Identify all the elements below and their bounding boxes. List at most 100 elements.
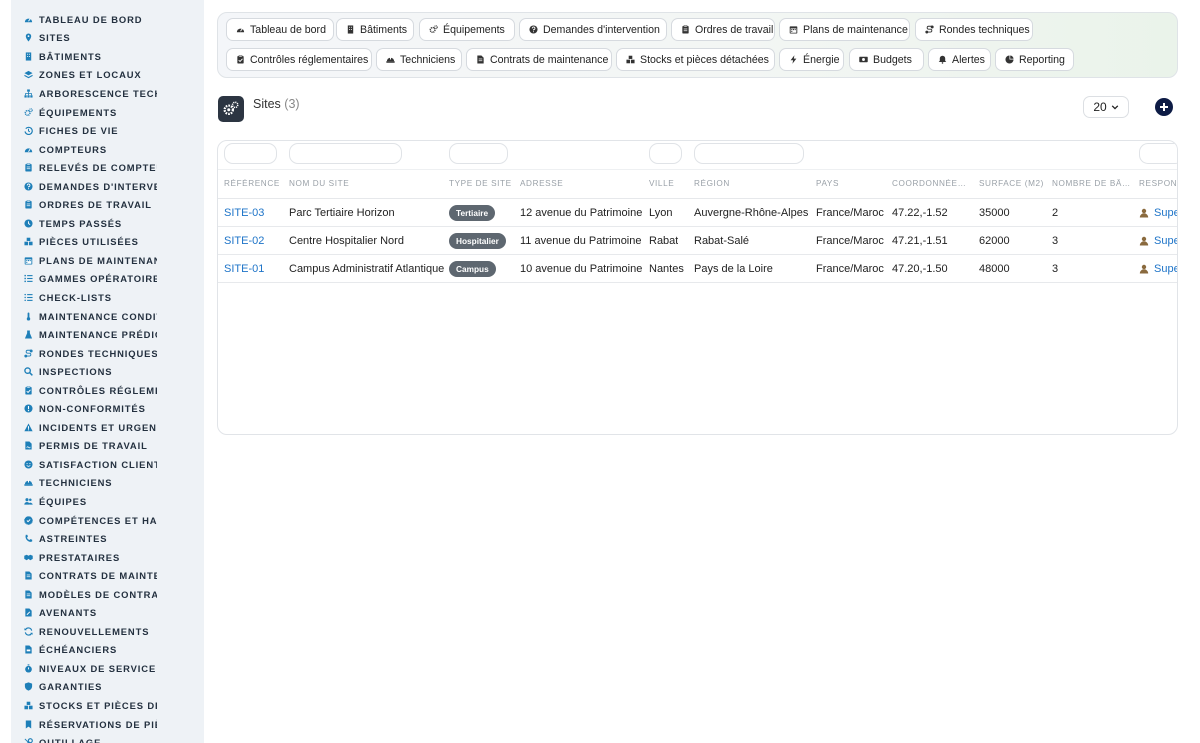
column-header[interactable]: PAYS	[816, 179, 839, 188]
sidebar-item-modeles-de-contrats[interactable]: MODÈLES DE CONTRATS	[11, 585, 204, 604]
nav-controles-reglementaires[interactable]: Contrôles réglementaires	[226, 48, 372, 71]
sidebar-item-competences-et-habilitations[interactable]: COMPÉTENCES ET HABILITATIONS	[11, 511, 204, 530]
site-reference-link[interactable]: SITE-03	[224, 207, 264, 219]
cell-buildings: 2	[1052, 207, 1059, 219]
column-header[interactable]: NOM DU SITE	[289, 179, 349, 188]
sidebar-item-label: MAINTENANCE PRÉDICTIVE	[39, 329, 157, 341]
nav-tableau-de-bord[interactable]: Tableau de bord	[226, 18, 334, 41]
sidebar-item-non-conformites[interactable]: NON-CONFORMITÉS	[11, 399, 204, 418]
sidebar-item-contrats-de-maintenance[interactable]: CONTRATS DE MAINTENANCE	[11, 566, 204, 585]
sidebar-item-renouvellements[interactable]: RENOUVELLEMENTS	[11, 622, 204, 641]
manager-link[interactable]: Supe	[1139, 263, 1177, 275]
table-row[interactable]: SITE-01 Campus Administratif Atlantique Ca…	[218, 255, 1177, 283]
sidebar-item-niveaux-de-service-sla[interactable]: NIVEAUX DE SERVICE (SLA)	[11, 659, 204, 678]
sidebar-item-ordres-de-travail[interactable]: ORDRES DE TRAVAIL	[11, 195, 204, 214]
sidebar-item-demandes-d-intervention[interactable]: DEMANDES D'INTERVENTION	[11, 177, 204, 196]
sidebar-item-stocks-et-pieces-detachees[interactable]: STOCKS ET PIÈCES DÉTACHÉES	[11, 696, 204, 715]
sidebar-item-equipes[interactable]: ÉQUIPES	[11, 492, 204, 511]
handshake-icon	[24, 553, 33, 562]
nav-techniciens[interactable]: Techniciens	[376, 48, 462, 71]
nav-contrats-de-maintenance[interactable]: Contrats de maintenance	[466, 48, 612, 71]
filter-type-input[interactable]	[449, 143, 508, 164]
sync-icon	[24, 627, 33, 636]
flask-icon	[24, 330, 33, 339]
column-header[interactable]: NOMBRE DE BÂ…	[1052, 179, 1131, 188]
sidebar-item-maintenance-conditionnelle[interactable]: MAINTENANCE CONDITIONNELLE	[11, 307, 204, 326]
sidebar-item-check-lists[interactable]: CHECK-LISTS	[11, 288, 204, 307]
sidebar-item-sites[interactable]: SITES	[11, 29, 204, 48]
nav-equipements[interactable]: Équipements	[419, 18, 515, 41]
nav-label: Rondes techniques	[939, 23, 1030, 36]
manager-name: Supe	[1154, 235, 1178, 247]
per-page-value: 20	[1093, 100, 1107, 114]
site-reference-link[interactable]: SITE-02	[224, 235, 264, 247]
sidebar-item-inspections[interactable]: INSPECTIONS	[11, 362, 204, 381]
nav-ordres-de-travail[interactable]: Ordres de travail	[671, 18, 775, 41]
sidebar-item-batiments[interactable]: BÂTIMENTS	[11, 47, 204, 66]
sidebar-item-pieces-utilisees[interactable]: PIÈCES UTILISÉES	[11, 233, 204, 252]
sidebar-item-plans-de-maintenance[interactable]: PLANS DE MAINTENANCE	[11, 251, 204, 270]
nav-stocks-et-pieces-detachees[interactable]: Stocks et pièces détachées	[616, 48, 775, 71]
column-header[interactable]: TYPE DE SITE	[449, 179, 512, 188]
nav-energie[interactable]: Énergie	[779, 48, 844, 71]
column-header[interactable]: RÉFÉRENCE	[224, 179, 280, 188]
filter-region-input[interactable]	[694, 143, 804, 164]
nav-plans-de-maintenance[interactable]: Plans de maintenance	[779, 18, 910, 41]
column-header[interactable]: SURFACE (M2)	[979, 179, 1044, 188]
sidebar-item-echeanciers[interactable]: ÉCHÉANCIERS	[11, 641, 204, 660]
route-icon	[925, 25, 939, 34]
column-header[interactable]: VILLE	[649, 179, 674, 188]
site-reference-link[interactable]: SITE-01	[224, 263, 264, 275]
sidebar-item-label: COMPTEURS	[39, 143, 107, 155]
sidebar-item-techniciens[interactable]: TECHNICIENS	[11, 474, 204, 493]
sidebar-item-releves-de-compteurs[interactable]: RELEVÉS DE COMPTEURS	[11, 158, 204, 177]
sidebar-item-label: ZONES ET LOCAUX	[39, 69, 142, 81]
sidebar-item-prestataires[interactable]: PRESTATAIRES	[11, 548, 204, 567]
sidebar-item-astreintes[interactable]: ASTREINTES	[11, 529, 204, 548]
stopwatch-icon	[24, 664, 33, 673]
nav-demandes-d-intervention[interactable]: Demandes d'intervention	[519, 18, 667, 41]
nav-reporting[interactable]: Reporting	[995, 48, 1074, 71]
sidebar-item-temps-passes[interactable]: TEMPS PASSÉS	[11, 214, 204, 233]
tools-icon	[24, 738, 33, 743]
cell-country: France/Maroc	[816, 235, 884, 247]
sidebar-item-outillage[interactable]: OUTILLAGE	[11, 733, 204, 743]
search-icon	[24, 367, 33, 377]
filter-reference-input[interactable]	[224, 143, 277, 164]
cell-name: Centre Hospitalier Nord	[289, 235, 404, 247]
sidebar-item-garanties[interactable]: GARANTIES	[11, 678, 204, 697]
sidebar-item-zones-et-locaux[interactable]: ZONES ET LOCAUX	[11, 66, 204, 85]
nav-batiments[interactable]: Bâtiments	[336, 18, 414, 41]
sidebar-item-fiches-de-vie[interactable]: FICHES DE VIE	[11, 121, 204, 140]
nav-rondes-techniques[interactable]: Rondes techniques	[915, 18, 1033, 41]
sidebar-item-gammes-operatoires[interactable]: GAMMES OPÉRATOIRES	[11, 270, 204, 289]
sidebar-item-avenants[interactable]: AVENANTS	[11, 604, 204, 623]
sidebar-item-tableau-de-bord[interactable]: TABLEAU DE BORD	[11, 10, 204, 29]
nav-budgets[interactable]: Budgets	[849, 48, 924, 71]
sidebar-item-compteurs[interactable]: COMPTEURS	[11, 140, 204, 159]
manager-link[interactable]: Supe	[1139, 207, 1177, 219]
sidebar-item-controles-reglementaires[interactable]: CONTRÔLES RÉGLEMENTAIRES	[11, 381, 204, 400]
sidebar-item-satisfaction-client[interactable]: SATISFACTION CLIENT	[11, 455, 204, 474]
add-site-button[interactable]	[1155, 98, 1173, 116]
column-header[interactable]: RÉGION	[694, 179, 730, 188]
sidebar-item-equipements[interactable]: ÉQUIPEMENTS	[11, 103, 204, 122]
nav-alertes[interactable]: Alertes	[928, 48, 991, 71]
bell-icon	[938, 55, 952, 64]
column-header[interactable]: COORDONNÉE…	[892, 179, 966, 188]
column-header[interactable]: ADRESSE	[520, 179, 563, 188]
sidebar-item-incidents-et-urgences[interactable]: INCIDENTS ET URGENCES	[11, 418, 204, 437]
sidebar-item-reservations-de-pieces[interactable]: RÉSERVATIONS DE PIÈCES	[11, 715, 204, 734]
filter-city-input[interactable]	[649, 143, 682, 164]
table-row[interactable]: SITE-03 Parc Tertiaire Horizon Tertiaire 12…	[218, 199, 1177, 227]
table-row[interactable]: SITE-02 Centre Hospitalier Nord Hospitalie…	[218, 227, 1178, 255]
sidebar-item-rondes-techniques[interactable]: RONDES TECHNIQUES	[11, 344, 204, 363]
manager-link[interactable]: Supe	[1139, 235, 1178, 247]
sidebar-item-arborescence-technique[interactable]: ARBORESCENCE TECHNIQUE	[11, 84, 204, 103]
per-page-select[interactable]: 20	[1083, 96, 1129, 118]
sidebar-item-permis-de-travail[interactable]: PERMIS DE TRAVAIL	[11, 437, 204, 456]
filter-name-input[interactable]	[289, 143, 402, 164]
filter-manager-input[interactable]	[1139, 143, 1177, 164]
column-header[interactable]: RESPONS	[1139, 179, 1177, 188]
sidebar-item-maintenance-predictive[interactable]: MAINTENANCE PRÉDICTIVE	[11, 325, 204, 344]
